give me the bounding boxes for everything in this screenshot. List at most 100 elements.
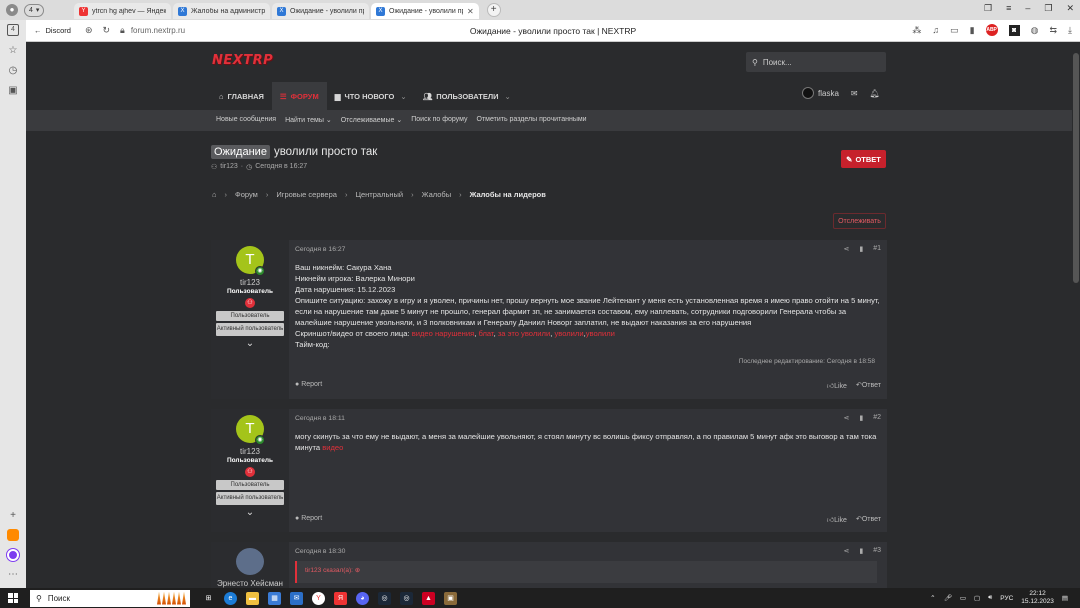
video-link[interactable]: видео [322,443,343,452]
subnav-watched[interactable]: Отслеживаемые ⌄ [341,116,403,124]
tab-yandex[interactable]: Yytrcn hg ajhev — Яндекс: [74,3,171,19]
taskbar-search[interactable]: ⚲ Поиск [30,589,190,607]
download-icon[interactable]: ⤓ [1068,25,1072,36]
thread-prefix[interactable]: Ожидание [211,145,270,159]
subnav-mark-read[interactable]: Отметить разделы прочитанными [477,116,587,124]
image-icon[interactable]: ▣ [8,85,17,96]
avatar[interactable]: T ◉ [236,246,265,276]
reader-icon[interactable]: ▭ [950,25,959,36]
steam-2-icon[interactable]: ◎ [400,591,413,605]
breadcrumb-complaints[interactable]: Жалобы [422,190,452,199]
bell-icon[interactable]: 🔔︎ [870,89,880,98]
mail-icon[interactable]: ✉ [290,591,303,605]
bookmark-icon[interactable]: ▮ [859,547,863,555]
clock[interactable]: 22:12 15.12.2023 [1021,590,1054,606]
history-icon[interactable]: ◷ [9,65,18,76]
back-button[interactable]: ← Discord [26,23,79,39]
tab-thread-1[interactable]: X Ожидание - уволили про [272,3,369,19]
reply-post-button[interactable]: ↶Ответ [856,381,881,390]
bookmark-icon[interactable]: ☆ [9,45,18,56]
post-number[interactable]: #1 [873,245,881,253]
site-search-input[interactable]: ⚲ Поиск... [746,52,886,72]
globe-icon[interactable]: ◍ [1031,25,1039,36]
more-icon[interactable]: ⋯ [8,569,18,580]
reload-icon[interactable]: ↻ [102,25,110,36]
subnav-search-forum[interactable]: Поиск по форуму [411,116,467,124]
bookmark-icon[interactable]: ▮ [859,245,863,253]
subnav-new-posts[interactable]: Новые сообщения [216,116,276,124]
tab-complaints-admin[interactable]: X Жалобы на администрац [173,3,270,19]
messenger-icon[interactable] [7,529,19,541]
report-link[interactable]: ● Report [295,515,322,524]
post-date[interactable]: Сегодня в 18:30 [295,548,881,555]
post-author[interactable]: tir123 [240,278,260,287]
close-tab-icon[interactable]: ✕ [467,7,474,16]
volume-icon[interactable]: 🔊︎ [988,594,992,602]
video-link[interactable]: за это уволили [498,329,550,338]
minimize-icon[interactable]: – [1025,3,1030,14]
task-view-icon[interactable]: ⊞ [202,592,215,605]
notifications-icon[interactable]: ▤ [1062,594,1068,602]
scrollbar-thumb[interactable] [1073,53,1079,283]
explorer-icon[interactable]: ▬ [246,591,259,605]
tab-thread-active[interactable]: X Ожидание - уволили пр ✕ [371,3,479,19]
post-date[interactable]: Сегодня в 16:27 [295,246,881,253]
inbox-icon[interactable]: ✉ [851,89,858,98]
video-link[interactable]: видео нарушения [412,329,474,338]
new-tab-button[interactable]: + [486,3,501,17]
post-author[interactable]: Эрнесто Хейсман [217,579,283,588]
alice-assistant-icon[interactable] [7,549,19,561]
adblock-icon[interactable]: ABP [985,24,998,36]
network-icon[interactable]: ▭ [960,594,966,602]
nav-home[interactable]: ⌂ ГЛАВНАЯ [211,82,272,110]
reply-button[interactable]: ✎ ОТВЕТ [841,150,886,168]
menu-icon[interactable]: ≡ [1006,3,1011,14]
report-link[interactable]: ● Report [295,381,322,390]
display-icon[interactable]: ▢ [974,594,980,602]
game-icon[interactable]: ▣ [444,591,457,605]
chevron-down-icon[interactable]: ⌄ [504,92,510,101]
language-indicator[interactable]: РУС [1000,595,1013,602]
breadcrumb-central[interactable]: Центральный [355,190,403,199]
quote-block[interactable]: tir123 сказал(а): ⊕ [295,561,877,583]
start-button[interactable] [0,593,26,603]
chevron-down-icon[interactable]: ⌄ [400,92,406,101]
microphone-icon[interactable]: 🎤︎ [944,594,952,602]
share-icon[interactable]: ⋖ [843,547,849,555]
yandex-browser-icon[interactable]: Y [312,591,325,605]
store-icon[interactable]: ▦ [268,591,281,605]
post-author[interactable]: tir123 [240,447,260,456]
breadcrumb-forum[interactable]: Форум [235,190,258,199]
game-launcher-icon[interactable]: ▲ [422,591,435,605]
post-number[interactable]: #2 [873,414,881,422]
post-date[interactable]: Сегодня в 18:11 [295,415,881,422]
thread-date[interactable]: Сегодня в 16:27 [255,163,307,171]
thread-author[interactable]: tir123 [220,163,238,171]
bookmarks-icon[interactable]: ❐ [984,3,992,14]
video-link[interactable]: уволили [554,329,583,338]
nav-users[interactable]: 👥︎ ПОЛЬЗОВАТЕЛИ ⌄ [415,82,519,110]
extension-black-icon[interactable]: ◙ [1008,24,1020,36]
reply-post-button[interactable]: ↶Ответ [856,515,881,524]
watch-button[interactable]: Отслеживать [833,213,886,229]
chevron-down-icon[interactable]: ⌄ [246,507,254,518]
chevron-down-icon[interactable]: ⌄ [246,338,254,349]
site-logo[interactable]: NEXTRP [212,53,273,68]
headphones-icon[interactable]: ♫ [932,25,939,35]
profile-icon[interactable]: ● [6,4,18,16]
user-menu[interactable]: flaska [802,87,839,99]
restore-icon[interactable]: ❐ [1044,3,1052,14]
nav-forum[interactable]: ☰ ФОРУМ [271,82,327,110]
add-icon[interactable]: + [10,510,16,521]
yandex-icon[interactable]: Я [334,591,347,605]
nav-whats-new[interactable]: ▆ ЧТО НОВОГО ⌄ [327,82,415,110]
protect-icon[interactable]: ⊛ [85,25,93,36]
tab-count-button[interactable]: 4 ▾ [24,3,45,17]
video-link[interactable]: уволили [586,329,615,338]
bookmark-icon[interactable]: ▮ [859,414,863,422]
url-field[interactable]: forum.nextrp.ru [131,26,211,35]
steam-icon[interactable]: ◎ [378,591,391,605]
video-link[interactable]: блат [478,329,493,338]
like-button[interactable]: 👍︎Like [827,515,847,524]
subnav-find-threads[interactable]: Найти темы ⌄ [285,116,332,124]
